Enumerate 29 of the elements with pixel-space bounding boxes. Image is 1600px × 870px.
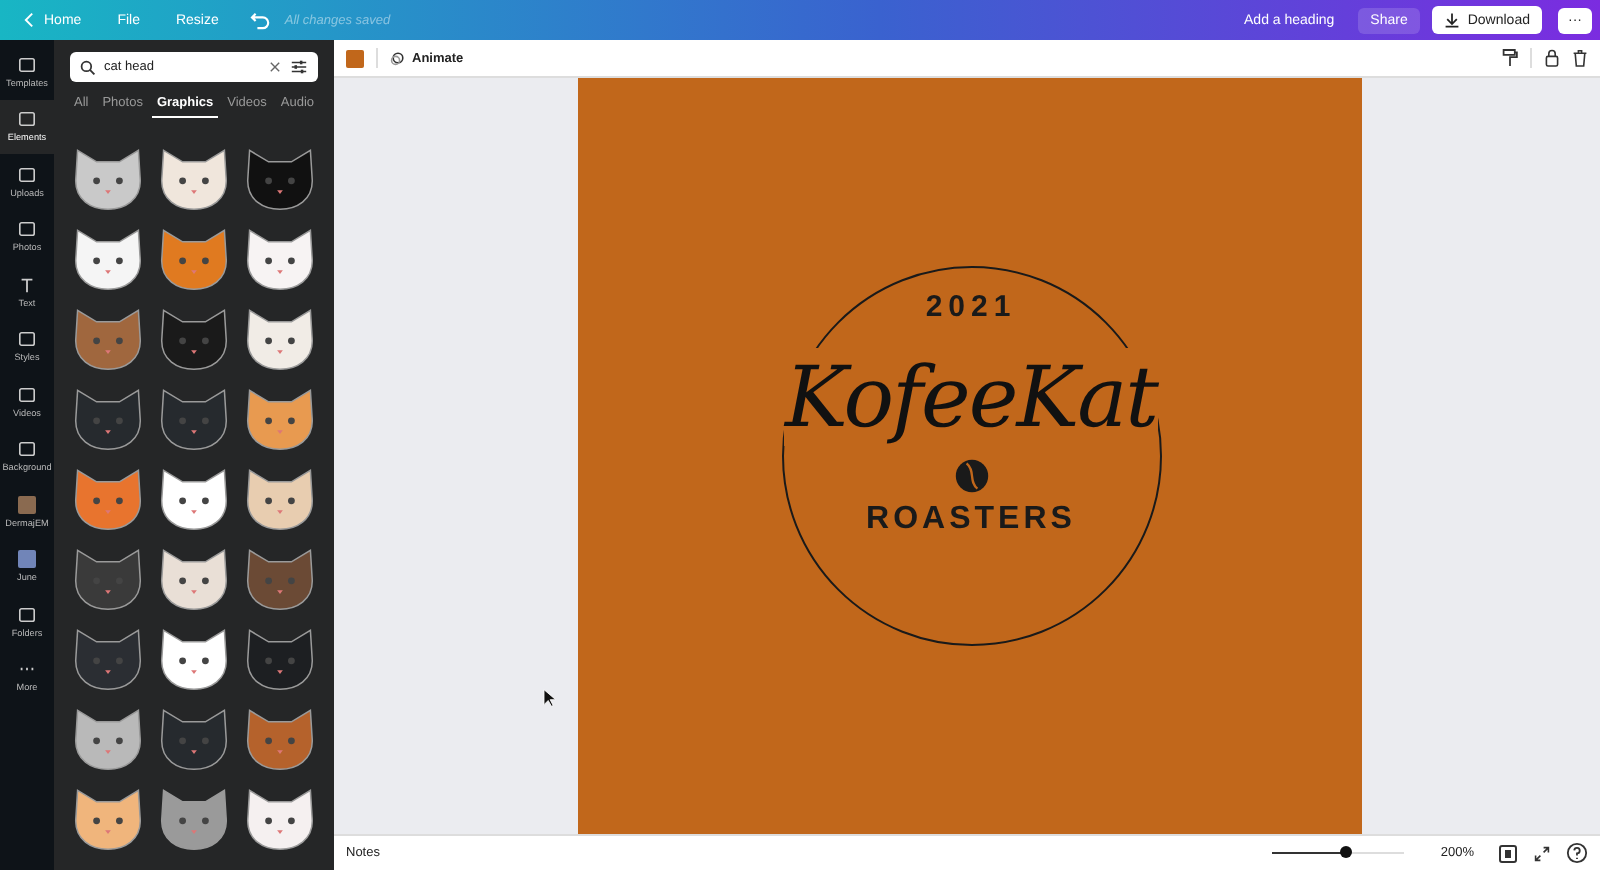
rail-icon [18, 165, 36, 184]
rail-icon [18, 385, 36, 404]
lock-icon[interactable] [1544, 48, 1560, 68]
color-swatch[interactable] [346, 49, 364, 67]
fullscreen-icon[interactable] [1534, 845, 1550, 861]
filter-icon [290, 58, 308, 76]
rail-icon [18, 330, 36, 349]
download-icon [1443, 12, 1460, 28]
rail-icon [18, 110, 36, 129]
animate-icon [390, 50, 406, 66]
search-icon [80, 59, 96, 75]
rail-icon [18, 275, 36, 294]
undo-icon[interactable] [250, 11, 273, 29]
mouse-cursor-icon [542, 688, 556, 708]
page-icon[interactable] [1498, 843, 1518, 863]
rail-icon [18, 605, 36, 624]
paint-roller-icon[interactable] [1502, 48, 1518, 68]
folder-thumbnail-icon [18, 495, 36, 514]
folder-thumbnail-icon [18, 550, 36, 569]
rail-icon [18, 220, 36, 239]
logo-brand: KofeeKat [784, 348, 1158, 446]
coffee-bean-icon [953, 458, 989, 494]
rail-icon [18, 440, 36, 459]
zoom-slider-thumb[interactable] [1339, 846, 1352, 859]
rail-icon [18, 55, 36, 74]
chevron-left-icon [24, 12, 34, 28]
close-icon [268, 60, 282, 74]
trash-icon[interactable] [1572, 48, 1588, 68]
help-icon[interactable] [1566, 842, 1588, 864]
